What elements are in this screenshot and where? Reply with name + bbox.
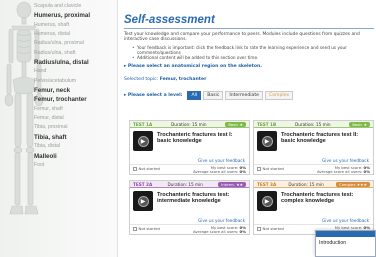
card-header: TEST 1B Duration: 15 min Basic ★ xyxy=(254,121,373,128)
sidebar: Scapula and clavicle Humerus, proximal Hum… xyxy=(0,0,118,257)
status-text: Not started xyxy=(262,226,284,231)
info-bullet: Additional content will be added to this… xyxy=(132,55,358,60)
selected-topic-label: Selected topic: xyxy=(124,77,159,83)
sidebar-region-item[interactable]: Humerus, proximal xyxy=(34,11,117,20)
intro-text: Test your knowledge and compare your per… xyxy=(124,32,360,43)
avg-score-value: 0% xyxy=(363,169,370,175)
card-video-thumbnail[interactable]: ▶ xyxy=(133,131,153,151)
play-icon[interactable]: ▶ xyxy=(137,195,149,207)
select-level-prompt: ▸ Please select a level: xyxy=(124,93,183,99)
test-card[interactable]: TEST 2A Duration: 15 min Interm. ★★ ▶ Trocha… xyxy=(129,180,250,235)
avg-score-label: Average score all users: xyxy=(316,169,363,175)
selected-topic-value: Femur, trochanter xyxy=(159,77,207,83)
selected-topic: Selected topic: Femur, trochanter xyxy=(124,77,374,82)
card-test-label: TEST 1B xyxy=(257,121,277,127)
card-level-badge: Basic ★ xyxy=(225,121,246,127)
select-region-prompt: ▸ Please select an anatomical region on … xyxy=(124,64,263,70)
sidebar-region-item[interactable]: Femur, shaft xyxy=(34,105,117,114)
status-text: Not started xyxy=(138,226,160,231)
card-title[interactable]: Trochanteric fractures test II: basic kn… xyxy=(281,132,371,145)
level-all-button[interactable]: All xyxy=(187,91,202,101)
card-header: TEST 3A Duration: 15 min Complex ★★★ xyxy=(254,181,373,188)
info-bullets: Your feedback is important: click the fe… xyxy=(132,45,358,61)
feedback-link[interactable]: Give us your feedback xyxy=(322,158,369,163)
status-text: Not started xyxy=(138,166,160,171)
sidebar-region-item[interactable]: Radius/ulna, distal xyxy=(34,58,117,67)
score-summary: My best score: 0%Average score all users… xyxy=(316,165,370,175)
play-icon[interactable]: ▶ xyxy=(137,135,149,147)
page-title: Self-assessment xyxy=(124,14,215,26)
sidebar-region-item[interactable]: Radius/ulna, shaft xyxy=(34,49,117,58)
status-checkbox: Not started xyxy=(133,226,160,233)
sidebar-region-item[interactable]: Tibia, distal xyxy=(34,142,117,151)
card-level-badge: Interm. ★★ xyxy=(218,181,246,187)
checkbox-icon xyxy=(133,166,137,171)
card-test-label: TEST 3A xyxy=(257,181,277,187)
card-header: TEST 1A Duration: 15 min Basic ★ xyxy=(130,121,249,128)
avg-score-label: Average score all users: xyxy=(192,229,239,235)
checkbox-icon xyxy=(133,226,137,231)
play-icon[interactable]: ▶ xyxy=(261,195,273,207)
sidebar-region-item[interactable]: Hand xyxy=(34,67,117,76)
feedback-link[interactable]: Give us your feedback xyxy=(322,218,369,223)
level-selector: ▸ Please select a level: All Basic Inter… xyxy=(124,91,374,101)
checkbox-icon xyxy=(257,166,261,171)
sidebar-region-item[interactable]: Scapula and clavicle xyxy=(34,2,117,11)
card-header: TEST 2A Duration: 15 min Interm. ★★ xyxy=(130,181,249,188)
info-bullet: Your feedback is important: click the fe… xyxy=(132,45,358,55)
card-footer: Not started My best score: 0%Average scor… xyxy=(130,224,249,234)
avg-score-value: 0% xyxy=(239,229,246,235)
card-video-thumbnail[interactable]: ▶ xyxy=(257,131,277,151)
card-title[interactable]: Trochanteric fractures test: complex kno… xyxy=(281,192,371,205)
score-summary: My best score: 0%Average score all users… xyxy=(192,225,246,235)
sidebar-region-item[interactable]: Foot xyxy=(34,161,117,170)
card-title[interactable]: Trochanteric fractures test I: basic kno… xyxy=(157,132,247,145)
card-duration: Duration: 15 min xyxy=(167,181,203,187)
intro-popup: Introduction xyxy=(315,230,376,257)
sidebar-region-item[interactable]: Humerus, distal xyxy=(34,30,117,39)
card-duration: Duration: 15 min xyxy=(294,121,331,127)
test-card[interactable]: TEST 3A Duration: 15 min Complex ★★★ ▶ Troch… xyxy=(253,180,374,235)
popup-introduction-link[interactable]: Introduction xyxy=(316,237,375,249)
card-duration: Duration: 15 min xyxy=(171,121,207,127)
avg-score-value: 0% xyxy=(239,169,246,175)
anatomical-region-list: Scapula and clavicle Humerus, proximal Hum… xyxy=(34,2,117,170)
card-level-badge: Basic ★ xyxy=(349,121,370,127)
card-title[interactable]: Trochanteric fractures test: intermediat… xyxy=(157,192,247,205)
title-divider xyxy=(124,28,374,29)
sidebar-region-item[interactable]: Tibia, proximal xyxy=(34,123,117,132)
avg-score-label: Average score all users: xyxy=(192,169,239,175)
card-footer: Not started My best score: 0%Average scor… xyxy=(130,164,249,174)
feedback-link[interactable]: Give us your feedback xyxy=(198,158,245,163)
sidebar-region-item[interactable]: Pelvis/acetabulum xyxy=(34,77,117,86)
status-checkbox: Not started xyxy=(133,166,160,173)
card-test-label: TEST 2A xyxy=(133,181,153,187)
status-text: Not started xyxy=(262,166,284,171)
score-summary: My best score: 0%Average score all users… xyxy=(192,165,246,175)
level-complex-button[interactable]: Complex xyxy=(265,91,294,101)
card-video-thumbnail[interactable]: ▶ xyxy=(257,191,277,211)
card-video-thumbnail[interactable]: ▶ xyxy=(133,191,153,211)
checkbox-icon xyxy=(257,226,261,231)
sidebar-region-item[interactable]: Femur, neck xyxy=(34,86,117,95)
sidebar-region-item[interactable]: Femur, trochanter xyxy=(34,95,117,104)
sidebar-region-item[interactable]: Malleoli xyxy=(34,152,117,161)
card-test-label: TEST 1A xyxy=(133,121,153,127)
status-checkbox: Not started xyxy=(257,166,284,173)
status-checkbox: Not started xyxy=(257,226,284,233)
card-duration: Duration: 15 min xyxy=(288,181,324,187)
sidebar-region-item[interactable]: Femur, distal xyxy=(34,114,117,123)
level-basic-button[interactable]: Basic xyxy=(203,91,224,101)
play-icon[interactable]: ▶ xyxy=(261,135,273,147)
level-intermediate-button[interactable]: Intermediate xyxy=(225,91,263,101)
test-card[interactable]: TEST 1A Duration: 15 min Basic ★ ▶ Trochante… xyxy=(129,120,250,175)
card-level-badge: Complex ★★★ xyxy=(335,181,370,187)
sidebar-region-item[interactable]: Humerus, shaft xyxy=(34,21,117,30)
sidebar-region-item[interactable]: Tibia, shaft xyxy=(34,133,117,142)
test-card[interactable]: TEST 1B Duration: 15 min Basic ★ ▶ Trochante… xyxy=(253,120,374,175)
sidebar-region-item[interactable]: Radius/ulna, proximal xyxy=(34,39,117,48)
card-footer: Not started My best score: 0%Average scor… xyxy=(254,164,373,174)
feedback-link[interactable]: Give us your feedback xyxy=(198,218,245,223)
